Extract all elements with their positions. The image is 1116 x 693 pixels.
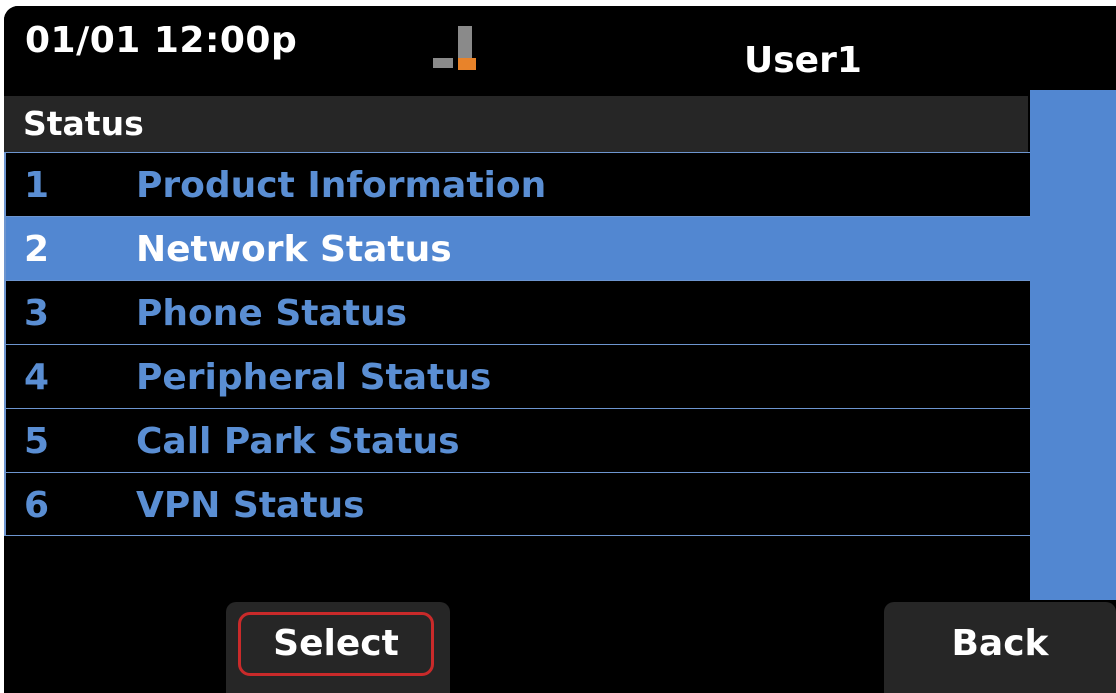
menu-item-label: Product Information [136,165,547,206]
menu-item-number: 3 [24,293,50,334]
date-time: 01/01 12:00p [25,20,298,61]
menu-title: Status [23,104,144,143]
back-softkey[interactable]: Back [884,602,1116,693]
menu-item-label: Call Park Status [136,421,460,462]
menu-item-number: 6 [24,485,50,526]
status-bar: 01/01 12:00p User1 [4,6,1116,88]
menu-item-number: 4 [24,357,50,398]
menu-item-phone-status[interactable]: 3 Phone Status [4,280,1030,344]
scrollbar[interactable] [1030,90,1116,600]
back-button-label: Back [951,623,1049,664]
menu-item-number: 2 [24,229,50,270]
menu-item-peripheral-status[interactable]: 4 Peripheral Status [4,344,1030,408]
network-status-icon [431,24,483,76]
menu-item-vpn-status[interactable]: 6 VPN Status [4,472,1030,536]
menu-item-call-park-status[interactable]: 5 Call Park Status [4,408,1030,472]
select-button-label: Select [238,612,434,676]
menu-item-network-status[interactable]: 2 Network Status [4,216,1030,280]
menu-item-label: Peripheral Status [136,357,492,398]
phone-screen: 01/01 12:00p User1 Status 1 Product Info… [4,6,1116,693]
menu-item-number: 5 [24,421,50,462]
menu-list: 1 Product Information 2 Network Status 3… [4,152,1030,536]
menu-title-bar: Status [4,96,1028,152]
menu-item-label: Network Status [136,229,452,270]
menu-item-product-information[interactable]: 1 Product Information [4,152,1030,216]
menu-item-label: Phone Status [136,293,408,334]
menu-item-number: 1 [24,165,50,206]
menu-item-label: VPN Status [136,485,365,526]
select-softkey[interactable]: Select [226,602,450,693]
user-name: User1 [744,40,862,81]
